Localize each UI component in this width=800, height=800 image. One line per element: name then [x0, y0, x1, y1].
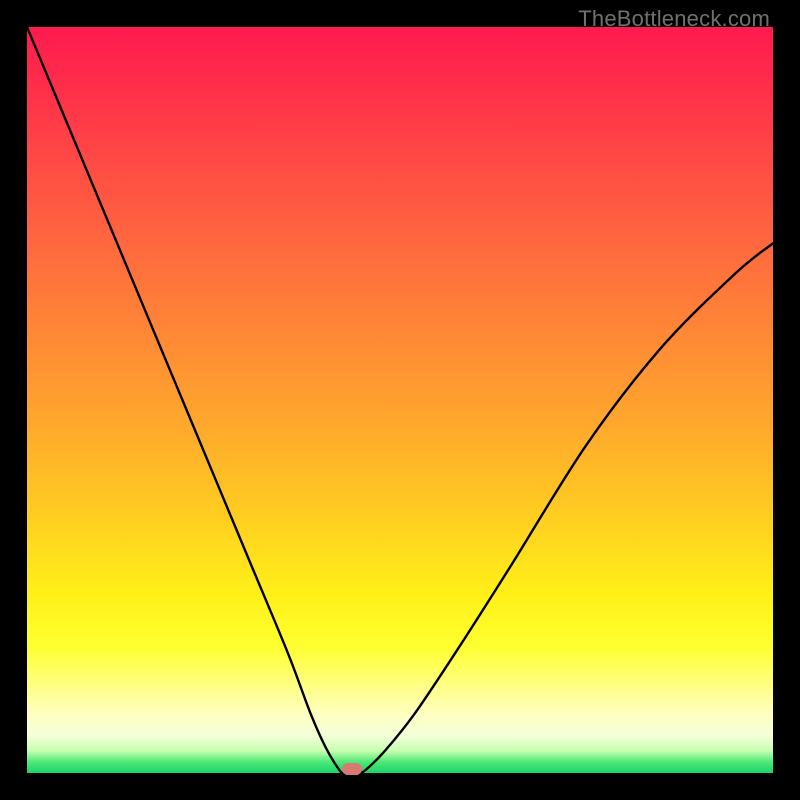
- bottleneck-curve: [27, 27, 773, 773]
- chart-frame: TheBottleneck.com: [0, 0, 800, 800]
- optimum-marker: [342, 763, 362, 775]
- attribution-watermark: TheBottleneck.com: [578, 6, 770, 32]
- plot-area: [27, 27, 773, 773]
